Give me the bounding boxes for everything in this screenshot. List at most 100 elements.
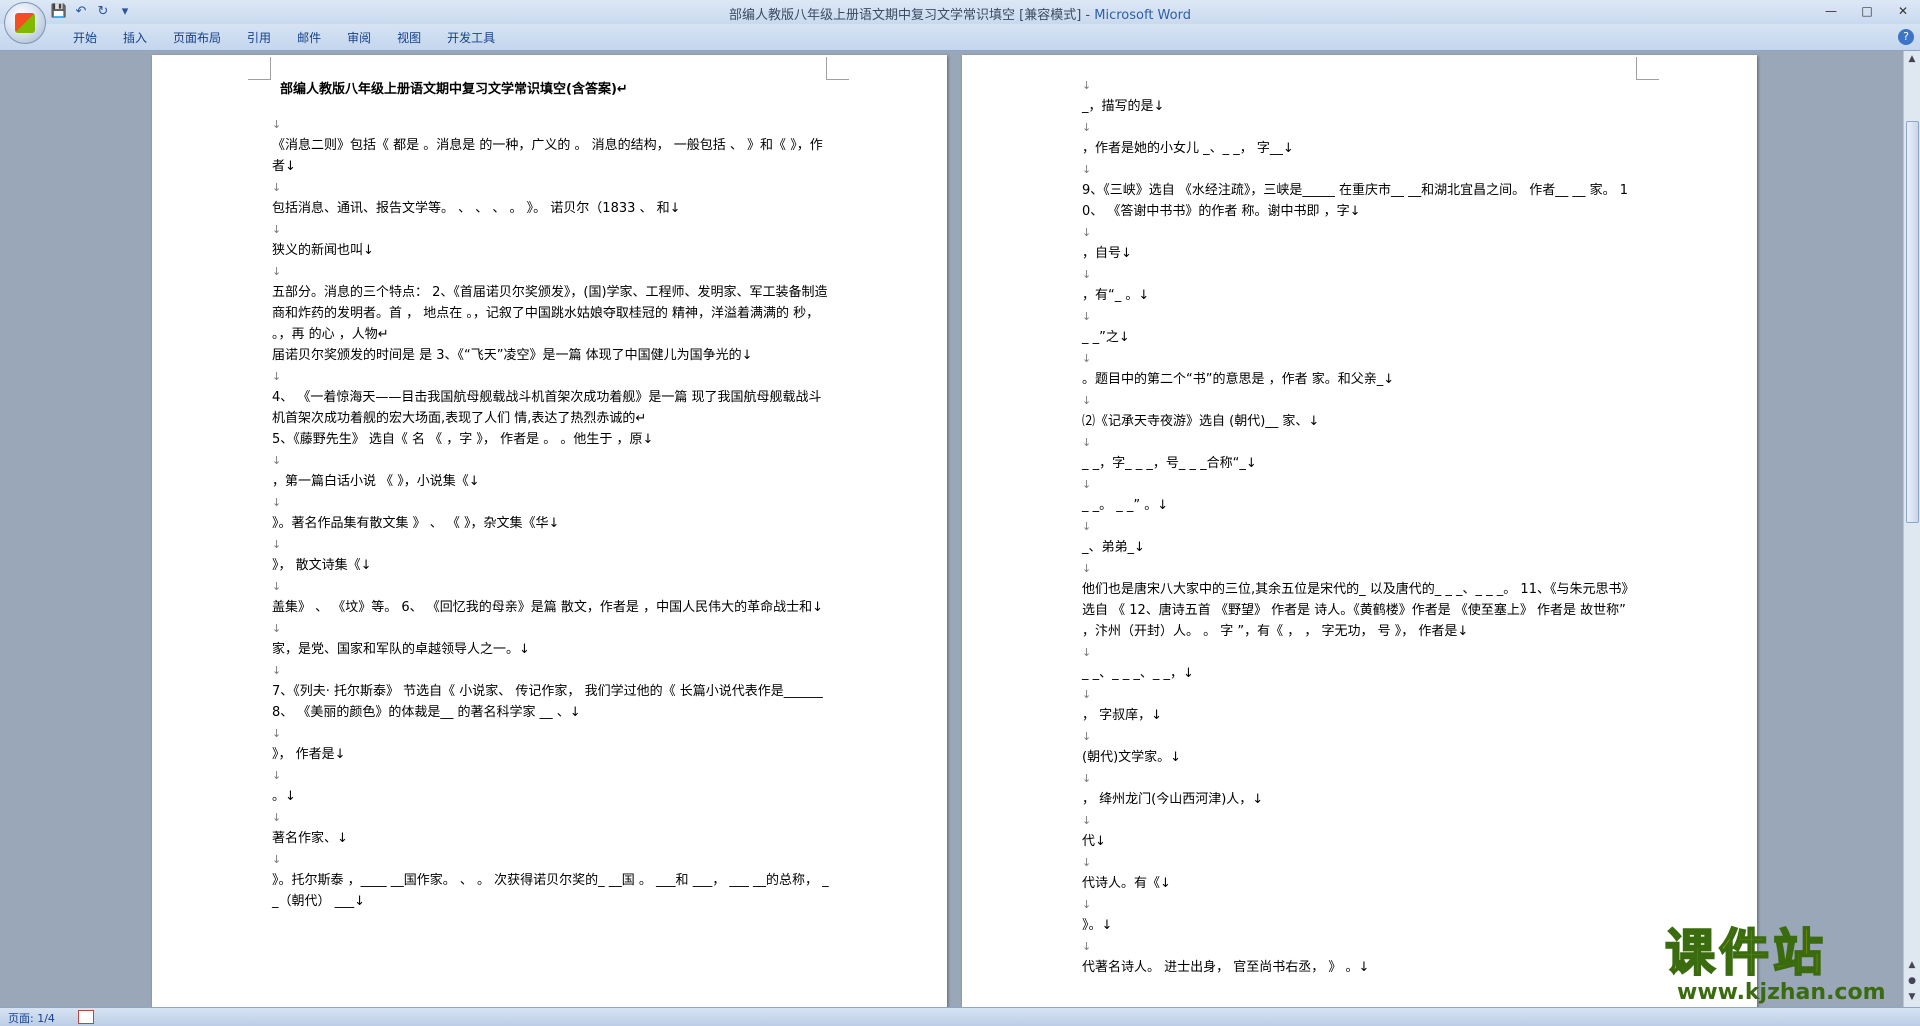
vertical-scrollbar[interactable]: ▲ ▲ ● ▼: [1903, 51, 1920, 1007]
document-workspace: 部编人教版八年级上册语文期中复习文学常识填空(含答案)↵ ↓ 《消息二则》包括《 …: [0, 51, 1904, 1007]
document-page-2[interactable]: ↓ _，描写的是↓ ↓ ，作者是她的小女儿 _、_ _， 字__↓ ↓ 9、《三峡》选自 …: [962, 55, 1757, 1007]
paragraph: 代↓: [1082, 834, 1106, 849]
empty-paragraph-mark: ↓: [1082, 688, 1092, 701]
paragraph: 《消息二则》包括《 都是 。消息是 的一种，广义的 。 消息的结构， 一般包括 …: [272, 138, 823, 174]
paragraph: 代著名诗人。 进士出身， 官至尚书右丞， 》 。↓: [1082, 960, 1370, 975]
empty-paragraph-mark: ↓: [1082, 520, 1092, 533]
paragraph-list: ↓ _，描写的是↓ ↓ ，作者是她的小女儿 _、_ _， 字__↓ ↓ 9、《三峡》选自 …: [1082, 75, 1642, 978]
empty-paragraph-mark: ↓: [1082, 898, 1092, 911]
office-button[interactable]: [4, 2, 46, 44]
paragraph: ，第一篇白话小说 《 》，小说集《↓: [272, 474, 480, 489]
minimize-button[interactable]: —: [1820, 2, 1842, 20]
paragraph: _，描写的是↓: [1082, 99, 1165, 114]
ribbon-tab[interactable]: 引用: [234, 29, 284, 46]
paragraph: 》。著名作品集有散文集 》 、 《 》，杂文集《华↓: [272, 516, 560, 531]
paragraph: _ _”之↓: [1082, 330, 1130, 345]
empty-paragraph-mark: ↓: [1082, 79, 1092, 92]
empty-paragraph-mark: ↓: [272, 769, 282, 782]
title-separator: -: [1081, 8, 1095, 23]
app-name: Microsoft Word: [1094, 8, 1191, 23]
scroll-up-icon[interactable]: ▲: [1904, 51, 1920, 67]
empty-paragraph-mark: ↓: [1082, 268, 1092, 281]
page-number-status[interactable]: 页面: 1/4: [8, 1010, 55, 1026]
help-icon[interactable]: ?: [1898, 29, 1914, 45]
empty-paragraph-mark: ↓: [1082, 814, 1092, 827]
empty-paragraph-mark: ↓: [272, 181, 282, 194]
empty-paragraph-mark: ↓: [272, 118, 282, 131]
paragraph: 盖集》 、 《坟》等。 6、 《回忆我的母亲》是篇 散文，作者是 ，中国人民伟大…: [272, 600, 823, 615]
empty-paragraph-mark: ↓: [272, 265, 282, 278]
paragraph: (朝代)文学家。↓: [1082, 750, 1182, 765]
ribbon-tab[interactable]: 开发工具: [434, 29, 508, 46]
paragraph: 》。↓: [1082, 918, 1113, 933]
paragraph: ，自号↓: [1082, 246, 1132, 261]
ribbon-tab[interactable]: 审阅: [334, 29, 384, 46]
paragraph: 》， 散文诗集《↓: [272, 558, 372, 573]
paragraph: ⑵《记承天寺夜游》选自 (朝代)__ 家、↓: [1082, 414, 1320, 429]
document-page-1[interactable]: 部编人教版八年级上册语文期中复习文学常识填空(含答案)↵ ↓ 《消息二则》包括《 …: [152, 55, 947, 1007]
empty-paragraph-mark: ↓: [272, 538, 282, 551]
ribbon-tab[interactable]: 邮件: [284, 29, 334, 46]
paragraph: 。题目中的第二个“书”的意思是 ，作者 家。和父亲_↓: [1082, 372, 1395, 387]
empty-paragraph-mark: ↓: [272, 622, 282, 635]
scroll-thumb[interactable]: [1906, 121, 1919, 523]
paragraph: 代诗人。有《↓: [1082, 876, 1171, 891]
empty-paragraph-mark: ↓: [272, 664, 282, 677]
watermark-url: www.kjzhan.com: [1677, 980, 1886, 1005]
empty-paragraph-mark: ↓: [1082, 646, 1092, 659]
empty-paragraph-mark: ↓: [1082, 562, 1092, 575]
empty-paragraph-mark: ↓: [272, 811, 282, 824]
empty-paragraph-mark: ↓: [1082, 772, 1092, 785]
proofing-icon[interactable]: [78, 1010, 94, 1024]
paragraph: _ _。 _ _” 。↓: [1082, 498, 1169, 513]
paragraph: 家，是党、国家和军队的卓越领导人之一。↓: [272, 642, 530, 657]
paragraph: _ _、_ _ _、_ _，↓: [1082, 666, 1194, 681]
paragraph-list: ↓ 《消息二则》包括《 都是 。消息是 的一种，广义的 。 消息的结构， 一般包括…: [272, 114, 832, 912]
close-button[interactable]: ✕: [1892, 2, 1914, 20]
empty-paragraph-mark: ↓: [1082, 436, 1092, 449]
window-title: 部编人教版八年级上册语文期中复习文学常识填空 [兼容模式] - Microsof…: [0, 4, 1920, 23]
ribbon-tab[interactable]: 开始: [60, 29, 110, 46]
ribbon-tab[interactable]: 插入: [110, 29, 160, 46]
ribbon-tabs: 开始 插入 页面布局 引用 邮件 审阅 视图 开发工具: [60, 29, 508, 46]
status-bar: 页面: 1/4: [0, 1007, 1920, 1026]
empty-paragraph-mark: ↓: [272, 223, 282, 236]
watermark-logo: 课件站 www.kjzhan.com: [1664, 924, 1910, 1005]
empty-paragraph-mark: ↓: [272, 496, 282, 509]
empty-paragraph-mark: ↓: [1082, 940, 1092, 953]
paragraph: 包括消息、通讯、报告文学等。 、 、 、 。 》。 诺贝尔（1833 、 和↓: [272, 201, 681, 216]
ribbon-tab-bar: 开始 插入 页面布局 引用 邮件 审阅 视图 开发工具 ?: [0, 24, 1920, 51]
paragraph: 5、《藤野先生》 选自《 名 《 ，字 》， 作者是 。 。他生于 ，原↓: [272, 432, 654, 447]
empty-paragraph-mark: ↓: [272, 580, 282, 593]
empty-paragraph-mark: ↓: [1082, 121, 1092, 134]
office-logo-icon: [15, 13, 35, 33]
paragraph: 著名作家、↓: [272, 831, 348, 846]
paragraph: _、弟弟_↓: [1082, 540, 1145, 555]
empty-paragraph-mark: ↓: [272, 370, 282, 383]
paragraph: 9、《三峡》选自 《水经注疏》，三峡是_____ 在重庆市__ __和湖北宜昌之…: [1082, 183, 1628, 219]
ribbon-tab[interactable]: 页面布局: [160, 29, 234, 46]
paragraph: 五部分。消息的三个特点： 2、《首届诺贝尔奖颁发》，(国)学家、工程师、发明家、…: [272, 285, 828, 342]
paragraph: 》， 作者是↓: [272, 747, 346, 762]
paragraph: ，作者是她的小女儿 _、_ _， 字__↓: [1082, 141, 1294, 156]
empty-paragraph-mark: ↓: [1082, 394, 1092, 407]
paragraph: 7、《列夫· 托尔斯泰》 节选自《 小说家、 传记作家， 我们学过他的《 长篇小…: [272, 684, 823, 720]
document-title: 部编人教版八年级上册语文期中复习文学常识填空(含答案)↵: [280, 82, 628, 97]
empty-paragraph-mark: ↓: [1082, 856, 1092, 869]
empty-paragraph-mark: ↓: [1082, 310, 1092, 323]
empty-paragraph-mark: ↓: [1082, 478, 1092, 491]
empty-paragraph-mark: ↓: [1082, 730, 1092, 743]
paragraph: 狭义的新闻也叫↓: [272, 243, 374, 258]
title-bar: 💾 ↶ ↻ ▾ 部编人教版八年级上册语文期中复习文学常识填空 [兼容模式] - …: [0, 0, 1920, 44]
paragraph: 。↓: [272, 789, 296, 804]
watermark-text: 课件站: [1664, 924, 1827, 982]
paragraph: ， 绛州龙门(今山西河津)人，↓: [1082, 792, 1264, 807]
window-controls: — □ ✕: [1820, 2, 1914, 20]
empty-paragraph-mark: ↓: [1082, 352, 1092, 365]
empty-paragraph-mark: ↓: [272, 727, 282, 740]
maximize-button[interactable]: □: [1856, 2, 1878, 20]
margin-marker: [248, 57, 271, 80]
ribbon-tab[interactable]: 视图: [384, 29, 434, 46]
empty-paragraph-mark: ↓: [1082, 163, 1092, 176]
paragraph: 》。托尔斯泰 ，____ __国作家。 、 。 次获得诺贝尔奖的_ __国 。 …: [272, 873, 829, 909]
